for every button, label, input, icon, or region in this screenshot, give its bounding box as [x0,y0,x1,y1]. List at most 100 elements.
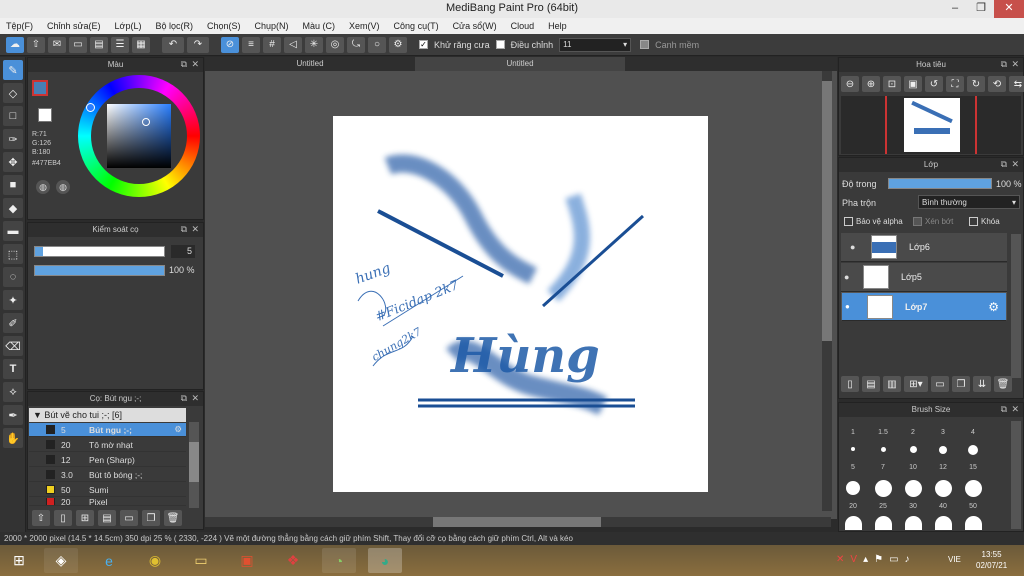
color-wheel[interactable] [78,75,200,197]
vietkey-icon[interactable]: V [850,554,857,565]
brush-size-preset[interactable]: 1 [841,429,865,436]
blur-tool-icon[interactable]: ✑ [3,129,23,149]
eraser-tool-icon[interactable]: ◇ [3,83,23,103]
close-icon[interactable]: ✕ [1011,58,1019,71]
menu-window[interactable]: Cửa sổ(W) [453,21,497,31]
vertical-scrollbar[interactable] [822,71,832,511]
brush-size-preset[interactable]: 2 [901,429,925,436]
trash-icon[interactable]: 🗑 [994,376,1012,392]
document-icon[interactable]: ▤ [90,36,108,53]
menu-cloud[interactable]: Cloud [511,21,535,31]
eye-icon[interactable]: ● [850,242,855,252]
brush-item[interactable]: 50 Sumi [29,483,186,497]
merge-layer-icon[interactable]: ⇊ [973,376,991,392]
brush-size-preset[interactable]: 50 [961,503,985,510]
system-clock[interactable]: 13:55 02/07/21 [976,549,1007,571]
lasso-tool-icon[interactable]: ◌ [3,267,23,287]
monitor-icon[interactable]: ▭ [889,554,898,565]
brush-size-preset[interactable]: 15 [961,464,985,471]
clipping-checkbox[interactable] [913,217,922,226]
close-icon[interactable]: ✕ [191,223,199,236]
tab-untitled-2[interactable]: Untitled [415,57,625,71]
cross-snap-icon[interactable]: ✳ [305,36,323,53]
correction-checkbox[interactable] [495,40,505,49]
brush-size-preset[interactable]: 40 [931,503,955,510]
correction-select[interactable]: 11 ▾ [559,37,632,52]
protect-alpha-checkbox[interactable] [844,217,853,226]
zoom-out-icon[interactable]: ⊖ [841,76,859,92]
hue-handle[interactable] [86,103,95,112]
saturation-square[interactable] [107,104,171,168]
camtasia-icon[interactable]: ◔ [322,548,356,573]
new-8bit-layer-icon[interactable]: ▥ [883,376,901,392]
folder-icon[interactable]: ▭ [931,376,949,392]
bluestacks-icon[interactable]: ◈ [44,548,78,573]
scrollbar[interactable] [189,422,199,508]
eye-icon[interactable]: ● [844,272,849,282]
secondary-color-swatch[interactable] [38,108,52,122]
menu-color[interactable]: Màu (C) [303,21,336,31]
chevron-up-icon[interactable]: ▴ [863,554,868,565]
language-indicator[interactable]: VIE [948,555,961,564]
palette-add-icon[interactable]: ◍ [56,180,70,194]
antialias-checkbox[interactable]: ✓ [419,40,428,49]
ellipse-snap-icon[interactable]: ○ [368,36,386,53]
eyedropper-tool-icon[interactable]: ✒ [3,405,23,425]
snap-checkbox[interactable] [640,40,650,49]
select-tool-icon[interactable]: ⬚ [3,244,23,264]
new-brush-icon[interactable]: ▯ [54,510,72,526]
windows-start-icon[interactable]: ⊞ [2,548,36,573]
brush-size-preset[interactable]: 1.5 [871,429,895,436]
close-icon[interactable]: ✕ [191,392,199,405]
brush-size-preset[interactable]: 3 [931,429,955,436]
menu-file[interactable]: Tệp(F) [6,21,33,31]
zoom-in-icon[interactable]: ⊕ [862,76,880,92]
blend-mode-select[interactable]: Bình thường ▾ [918,195,1020,209]
navigator-preview[interactable] [841,96,1021,154]
brush-size-preset[interactable]: 25 [871,503,895,510]
popout-icon[interactable]: ⧉ [1001,403,1007,416]
duplicate-layer-icon[interactable]: ❐ [952,376,970,392]
move-tool-icon[interactable]: ✥ [3,152,23,172]
menu-edit[interactable]: Chỉnh sửa(E) [47,21,101,31]
folder-icon[interactable]: ▭ [120,510,138,526]
palette-icon[interactable]: ◍ [36,180,50,194]
bucket-tool-icon[interactable]: ◆ [3,198,23,218]
menu-snap[interactable]: Chụp(N) [255,21,289,31]
brush-size-preset[interactable]: 12 [931,464,955,471]
brush-item[interactable]: 12 Pen (Sharp) [29,453,186,467]
grid-snap-icon[interactable]: # [263,36,281,53]
app-icon[interactable]: ❖ [276,548,310,573]
grid-icon[interactable]: ▦ [132,36,150,53]
brush-opacity-slider[interactable] [34,265,165,276]
upload-icon[interactable]: ⇧ [32,510,50,526]
layers-scrollbar[interactable] [1011,234,1021,378]
add-brush-icon[interactable]: ⊞ [76,510,94,526]
popout-icon[interactable]: ⧉ [1001,158,1007,171]
color-picker-handle[interactable] [142,118,150,126]
add-layer-menu-icon[interactable]: ⊞▾ [904,376,928,392]
gear-icon[interactable]: ⚙ [174,424,182,435]
brush-size-preset[interactable]: 5 [841,464,865,471]
chrome-icon[interactable]: ◉ [138,548,172,573]
redo-icon[interactable]: ↷ [187,36,209,53]
brush-size-slider[interactable] [34,246,165,257]
popout-icon[interactable]: ⧉ [181,392,187,405]
lock-checkbox[interactable] [969,217,978,226]
hand-tool-icon[interactable]: ✋ [3,428,23,448]
duplicate-icon[interactable]: ❐ [142,510,160,526]
dot-tool-icon[interactable]: □ [3,106,23,126]
layer-item[interactable]: ● Lớp7 ⚙ [841,292,1007,321]
share-icon[interactable]: ⇧ [27,36,45,53]
parallel-snap-icon[interactable]: ≡ [242,36,260,53]
layer-item[interactable]: ● Lớp6 [841,233,1007,262]
undo-icon[interactable]: ↶ [162,36,184,53]
fill-rect-icon[interactable]: ■ [3,175,23,195]
menu-layer[interactable]: Lớp(L) [115,21,142,31]
restore-button[interactable]: ❐ [968,0,994,18]
copy-icon[interactable]: ▤ [98,510,116,526]
menu-tools[interactable]: Công cụ(T) [394,21,439,31]
rotate-left-icon[interactable]: ↺ [925,76,943,92]
flag-icon[interactable]: ⚑ [874,554,883,565]
reset-icon[interactable]: ⟲ [988,76,1006,92]
